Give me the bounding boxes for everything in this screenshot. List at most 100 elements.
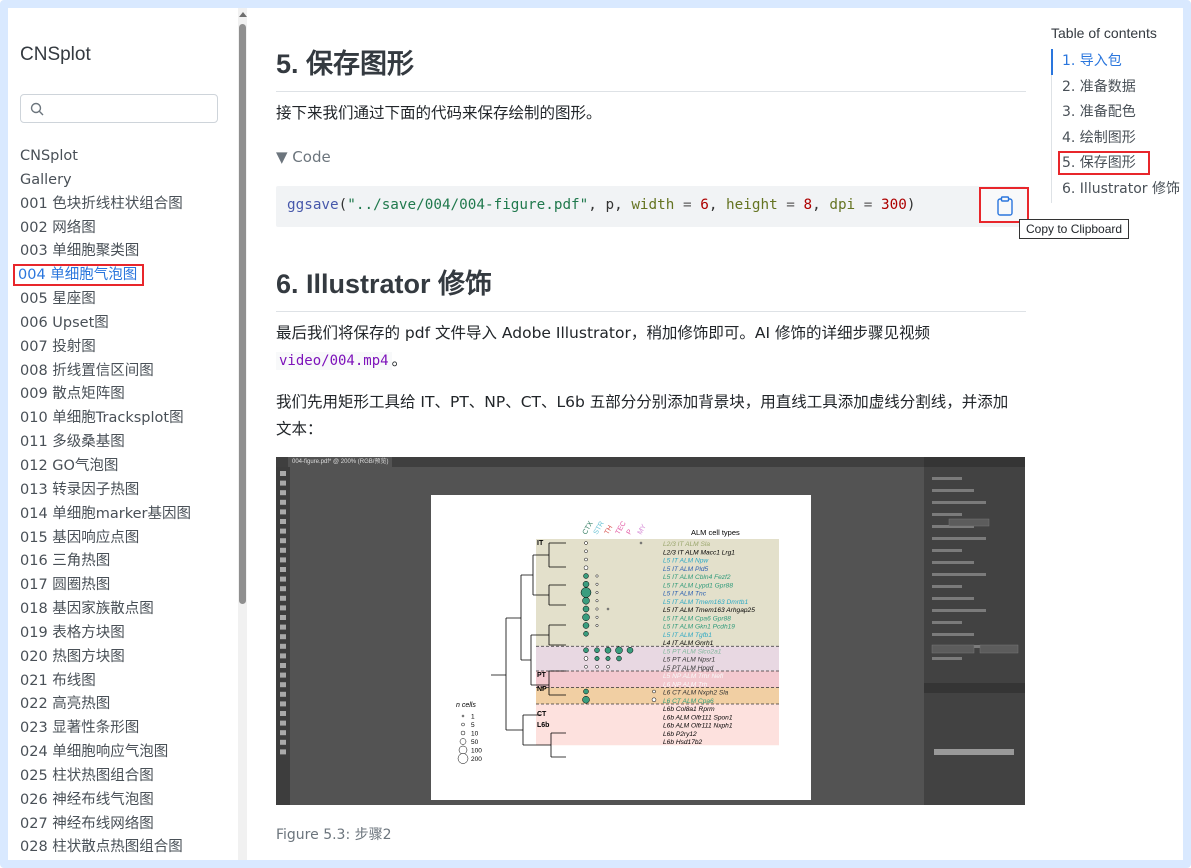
ai-tool-icon [280, 663, 286, 668]
ai-tool-icon [280, 701, 286, 707]
site-title[interactable]: CNSplot [20, 44, 91, 66]
code-paren: ) [906, 197, 916, 213]
group-label: CT [537, 711, 547, 718]
expression-bubble [606, 607, 610, 611]
sidebar-item-label: 017 圆圈热图 [20, 577, 111, 594]
search-input[interactable] [20, 94, 218, 123]
sidebar-item[interactable]: 015 基因响应点图 [20, 527, 235, 551]
ai-tool-icons [280, 471, 286, 755]
ai-toolbar [276, 467, 290, 805]
sidebar-item[interactable]: 010 单细胞Tracksplot图 [20, 407, 235, 431]
ai-panel-header [924, 457, 1025, 467]
expression-bubble [583, 631, 589, 637]
sidebar-item[interactable]: CNSplot [20, 145, 235, 169]
expression-bubble [605, 656, 611, 661]
toc-item[interactable]: 5. 保存图形 [1052, 151, 1181, 177]
sidebar-item[interactable]: 022 高亮热图 [20, 693, 235, 717]
table-of-contents: Table of contents 1. 导入包 2. 准备数据 3. 准备配色 4.… [1051, 25, 1181, 203]
section-5-title: 5. 保存图形 [276, 42, 1026, 92]
expression-bubble [583, 565, 589, 570]
code-sep: , [708, 197, 727, 213]
sidebar-item[interactable]: 016 三角热图 [20, 550, 235, 574]
sidebar-item[interactable]: 011 多级桑基图 [20, 431, 235, 455]
sidebar-item-label: 025 柱状热图组合图 [20, 767, 154, 784]
cell-type-label: L6b Hsd17b2 [663, 739, 703, 746]
sidebar-item[interactable]: 021 布线图 [20, 670, 235, 694]
sidebar-item[interactable]: 024 单细胞响应气泡图 [20, 741, 235, 765]
ai-tool-icon [280, 605, 286, 611]
ai-panel-button [931, 644, 975, 654]
ncells-legend-bubble [457, 753, 469, 764]
toc-item[interactable]: 1. 导入包 [1051, 49, 1181, 75]
sidebar-item[interactable]: 028 柱状散点热图组合图 [20, 836, 235, 860]
sidebar-item[interactable]: Gallery [20, 169, 235, 193]
ai-panel-line [932, 597, 974, 600]
sidebar-item-label: 015 基因响应点图 [20, 529, 140, 546]
video-link[interactable]: video/004.mp4 [276, 352, 392, 370]
ai-tool-icon [280, 730, 286, 736]
toc-item[interactable]: 4. 绘制图形 [1052, 126, 1181, 152]
sidebar-item[interactable]: 005 星座图 [20, 288, 235, 312]
cell-type-label: L5 IT ALM Cbln4 Fezf2 [663, 574, 731, 581]
sidebar-item[interactable]: 013 转录因子热图 [20, 479, 235, 503]
sidebar-item[interactable]: 001 色块折线柱状组合图 [20, 193, 235, 217]
toc-item[interactable]: 3. 准备配色 [1052, 100, 1181, 126]
cell-type-label: L6 NP ALM Trh [663, 681, 708, 688]
expression-bubble [582, 696, 590, 704]
code-fold-toggle[interactable]: ▼ Code [276, 148, 331, 166]
cell-type-label: L5 PT ALM Hpgd [663, 665, 714, 672]
ai-panel-line [932, 585, 962, 588]
code-number: 6 [700, 197, 709, 213]
sidebar-item[interactable]: 023 显著性条形图 [20, 717, 235, 741]
expression-bubble [604, 647, 612, 654]
sidebar-item-label: 027 神经布线网络图 [20, 815, 154, 832]
sidebar: CNSplot CNSplot Gallery 001 色块折线柱状组合图 002 网… [8, 8, 238, 860]
ncells-legend-bubble [458, 745, 468, 755]
expression-bubble [584, 665, 588, 669]
ai-tool-icon [280, 528, 286, 534]
sidebar-item[interactable]: 025 柱状热图组合图 [20, 765, 235, 789]
ai-panel-button [948, 518, 990, 527]
sidebar-item[interactable]: 003 单细胞聚类图 [20, 240, 235, 264]
sidebar-item[interactable]: 002 网络图 [20, 217, 235, 241]
section-6-title: 6. Illustrator 修饰 [276, 262, 1026, 312]
ai-tab-bar: 004-figure.pdf* @ 200% (RGB/预览) [276, 457, 924, 467]
sidebar-item[interactable]: 004 单细胞气泡图 [12, 264, 235, 288]
sidebar-item[interactable]: 026 神经布线气泡图 [20, 789, 235, 813]
section-6-text-end: 。 [391, 351, 408, 369]
toc-item[interactable]: 6. Illustrator 修饰 [1052, 177, 1181, 203]
sidebar-item[interactable]: 007 投射图 [20, 336, 235, 360]
expression-bubble [582, 613, 590, 621]
sidebar-item[interactable]: 019 表格方块图 [20, 622, 235, 646]
expression-bubble [584, 549, 588, 553]
ncells-legend-bubble [461, 722, 465, 727]
ncells-legend-bubble [461, 714, 465, 718]
expression-bubble [651, 697, 657, 702]
sidebar-item[interactable]: 020 热图方块图 [20, 646, 235, 670]
sidebar-item[interactable]: 018 基因家族散点图 [20, 598, 235, 622]
sidebar-item[interactable]: 014 单细胞marker基因图 [20, 503, 235, 527]
cell-type-label: L5 PT ALM Npsr1 [663, 657, 715, 664]
sidebar-scrollbar[interactable] [238, 8, 247, 860]
ncells-legend-label: 200 [471, 756, 482, 763]
expression-bubble [595, 665, 599, 669]
ai-tool-icon [280, 720, 286, 726]
sidebar-item[interactable]: 017 圆圈热图 [20, 574, 235, 598]
scroll-thumb[interactable] [239, 24, 246, 604]
group-label: L6b [537, 722, 549, 729]
scroll-up-arrow-icon[interactable] [239, 12, 247, 17]
sidebar-item-label: 013 转录因子热图 [20, 481, 140, 498]
sidebar-item-label: 019 表格方块图 [20, 624, 125, 641]
expression-bubble [583, 656, 589, 661]
sidebar-item[interactable]: 027 神经布线网络图 [20, 813, 235, 837]
toc-item[interactable]: 2. 准备数据 [1052, 75, 1181, 101]
toc-item-label: 2. 准备数据 [1062, 78, 1136, 95]
copy-to-clipboard-button[interactable] [979, 187, 1029, 223]
sidebar-item[interactable]: 009 散点矩阵图 [20, 383, 235, 407]
code-number: 300 [881, 197, 907, 213]
ai-tool-icon [280, 509, 286, 515]
sidebar-item[interactable]: 006 Upset图 [20, 312, 235, 336]
sidebar-item[interactable]: 012 GO气泡图 [20, 455, 235, 479]
expression-bubble [594, 647, 600, 653]
sidebar-item[interactable]: 008 折线置信区间图 [20, 360, 235, 384]
